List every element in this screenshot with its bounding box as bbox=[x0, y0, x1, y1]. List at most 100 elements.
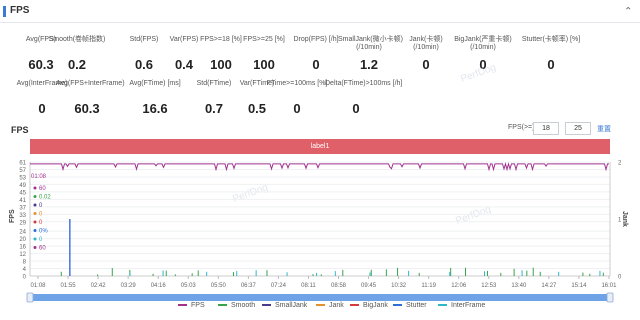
tooltip-marker bbox=[33, 203, 37, 207]
x-tick-label: 14:27 bbox=[541, 283, 557, 289]
range-slider-left-handle[interactable] bbox=[26, 292, 34, 303]
x-tick-label: 07:24 bbox=[271, 283, 287, 289]
x-tick-label: 16:01 bbox=[601, 283, 617, 289]
y2-tick-label: 0 bbox=[618, 275, 622, 281]
y-tick-label: 24 bbox=[19, 230, 26, 236]
y-tick-label: 61 bbox=[19, 161, 26, 167]
label-bar[interactable]: label1 bbox=[30, 139, 610, 154]
tooltip-value: 0 bbox=[39, 237, 43, 243]
tooltip-marker bbox=[33, 212, 37, 215]
reset-button[interactable]: 重置 bbox=[597, 124, 611, 134]
y-tick-label: 4 bbox=[23, 267, 27, 273]
stat-label: Avg(FTime) [ms] bbox=[129, 80, 181, 87]
stat-value: 0.2 bbox=[67, 57, 87, 72]
range-slider-right-handle[interactable] bbox=[606, 292, 614, 303]
y-tick-label: 12 bbox=[19, 252, 26, 258]
x-tick-label: 05:50 bbox=[211, 283, 227, 289]
y-tick-label: 29 bbox=[19, 220, 26, 226]
fps-threshold-2-input[interactable]: 25 bbox=[565, 122, 591, 135]
tooltip-header: 01:08 bbox=[31, 174, 47, 180]
legend-item-stutter[interactable]: Stutter bbox=[393, 302, 427, 309]
x-tick-label: 01:08 bbox=[30, 283, 46, 289]
y-tick-label: 49 bbox=[19, 183, 26, 189]
stat-label: BigJank(严重卡顿) bbox=[454, 36, 512, 43]
y-tick-label: 0 bbox=[23, 275, 27, 281]
stat-value: 0 bbox=[422, 57, 430, 72]
legend-label: Stutter bbox=[406, 302, 427, 309]
y-tick-label: 8 bbox=[23, 260, 27, 266]
y-tick-label: 16 bbox=[19, 245, 26, 251]
tooltip-value: 0.02 bbox=[39, 195, 51, 201]
stat-value: 1.2 bbox=[359, 57, 379, 72]
stat-value: 0 bbox=[547, 57, 555, 72]
y-tick-label: 20 bbox=[19, 237, 26, 243]
stat-label: Avg(FPS+InterFrame) bbox=[56, 80, 125, 87]
legend-swatch bbox=[178, 304, 187, 307]
stat-stats_row1-7: SmallJank(微小卡顿) (/10min) 1.2 bbox=[338, 36, 403, 72]
x-tick-label: 06:37 bbox=[241, 283, 257, 289]
tooltip-marker bbox=[33, 246, 37, 249]
y-axis-label: FPS bbox=[9, 209, 16, 223]
stat-stats_row1-8: Jank(卡顿) (/10min) 0 bbox=[395, 36, 457, 72]
x-tick-label: 02:42 bbox=[91, 283, 107, 289]
x-tick-label: 11:19 bbox=[421, 283, 436, 289]
legend-swatch bbox=[316, 304, 325, 307]
x-tick-label: 09:45 bbox=[361, 283, 377, 289]
tooltip-marker bbox=[33, 186, 37, 190]
legend-swatch bbox=[393, 304, 402, 307]
stat-stats_row1-10: Stutter(卡顿率) [%] 0 bbox=[520, 36, 582, 72]
range-slider-track[interactable] bbox=[30, 294, 610, 301]
tooltip-marker bbox=[33, 195, 37, 198]
y2-tick-label: 2 bbox=[618, 161, 622, 167]
x-tick-label: 08:58 bbox=[331, 283, 347, 289]
x-tick-label: 10:32 bbox=[391, 283, 407, 289]
panel-title: FPS bbox=[10, 5, 30, 16]
legend-label: Smooth bbox=[231, 302, 256, 309]
fps-chart[interactable]: 61575349454137332924201612840210FPS Jank0… bbox=[0, 155, 640, 305]
tooltip-value: 0 bbox=[39, 220, 43, 226]
stat-stats_row1-1: Smooth(卷帧指数) 0.2 bbox=[46, 36, 108, 72]
legend-label: InterFrame bbox=[451, 302, 486, 309]
y-tick-label: 45 bbox=[19, 190, 26, 196]
legend-swatch bbox=[350, 304, 359, 307]
x-tick-label: 08:11 bbox=[301, 283, 316, 289]
stat-stats_row2-2: Avg(FTime) [ms] 16.6 bbox=[124, 80, 186, 116]
stat-label-unit: (/10min) bbox=[356, 44, 382, 51]
y-tick-label: 37 bbox=[19, 205, 26, 211]
stat-label: Smooth(卷帧指数) bbox=[48, 36, 106, 43]
stat-value: 16.6 bbox=[142, 101, 168, 116]
chart-legend: FPS Smooth SmallJank Jank BigJank Stutter Inte… bbox=[0, 302, 640, 314]
x-tick-label: 15:14 bbox=[571, 283, 587, 289]
x-tick-label: 12:06 bbox=[451, 283, 467, 289]
tooltip-value: 0% bbox=[39, 229, 48, 235]
collapse-chevron-icon[interactable]: ⌄ bbox=[624, 4, 632, 15]
y-tick-label: 41 bbox=[19, 198, 26, 204]
fps-threshold-1-input[interactable]: 18 bbox=[533, 122, 559, 135]
legend-item-fps[interactable]: FPS bbox=[178, 302, 205, 309]
stat-value: 0 bbox=[293, 101, 301, 116]
legend-label: Jank bbox=[329, 302, 344, 309]
legend-label: FPS bbox=[191, 302, 205, 309]
y2-axis-label: Jank bbox=[621, 211, 628, 227]
y-tick-label: 53 bbox=[19, 175, 26, 181]
legend-item-smooth[interactable]: Smooth bbox=[218, 302, 255, 309]
x-tick-label: 13:40 bbox=[511, 283, 527, 289]
stat-value: 60.3 bbox=[74, 101, 100, 116]
legend-item-jank[interactable]: Jank bbox=[316, 302, 344, 309]
legend-item-smalljank[interactable]: SmallJank bbox=[262, 302, 307, 309]
legend-item-bigjank[interactable]: BigJank bbox=[350, 302, 388, 309]
y-tick-label: 57 bbox=[19, 168, 26, 174]
legend-swatch bbox=[262, 304, 271, 307]
stat-label-unit: (/10min) bbox=[413, 44, 439, 51]
legend-swatch bbox=[218, 304, 227, 307]
panel-header: FPS ⌄ bbox=[0, 0, 640, 23]
legend-swatch bbox=[438, 304, 447, 307]
chart-title: FPS bbox=[11, 125, 29, 135]
tooltip-marker bbox=[33, 229, 37, 232]
legend-item-interframe[interactable]: InterFrame bbox=[438, 302, 485, 309]
stat-label-unit: (/10min) bbox=[470, 44, 496, 51]
tooltip-marker bbox=[33, 220, 37, 224]
legend-label: BigJank bbox=[363, 302, 388, 309]
stat-stats_row2-6: Delta(FTime)>100ms [/h] 0 bbox=[325, 80, 402, 116]
stat-stats_row2-1: Avg(FPS+InterFrame) 60.3 bbox=[56, 80, 125, 116]
